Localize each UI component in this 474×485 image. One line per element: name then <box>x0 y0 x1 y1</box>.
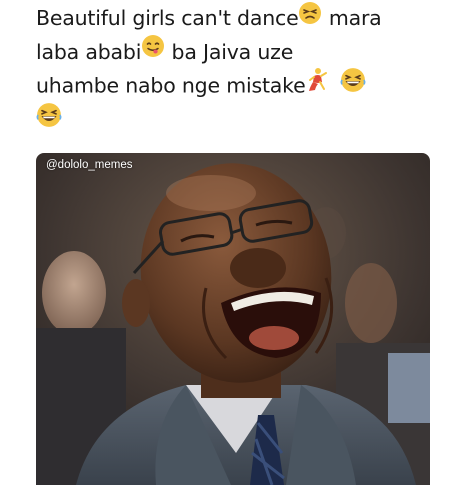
caption-text-1b: mara <box>328 6 382 30</box>
laughing-man-photo <box>36 153 430 485</box>
grinning-squinting-face-icon <box>36 102 62 137</box>
caption-text-3: uhambe nabo nge mistake <box>36 73 306 98</box>
watermark-handle: @dololo_memes <box>46 159 133 171</box>
caption-line-2: laba ababi ba Jaiva uze <box>36 34 456 70</box>
caption-line-3: uhambe nabo nge mistake <box>36 67 456 104</box>
caption-text-2b: ba Jaiva uze <box>171 39 294 64</box>
dancing-person-icon <box>306 67 328 102</box>
caption-line-1: Beautiful girls can't dance mara <box>36 1 456 36</box>
grinning-squinting-face-icon <box>340 67 366 102</box>
caption-text-2: laba ababi <box>36 39 142 64</box>
meme-photo: @dololo_memes <box>36 153 430 485</box>
meme-caption: Beautiful girls can't dance mara laba ab… <box>36 1 456 139</box>
face-savoring-food-icon <box>141 34 165 67</box>
caption-text-1: Beautiful girls can't dance <box>36 6 299 30</box>
persevering-face-icon <box>298 1 322 34</box>
caption-line-4 <box>36 102 456 139</box>
